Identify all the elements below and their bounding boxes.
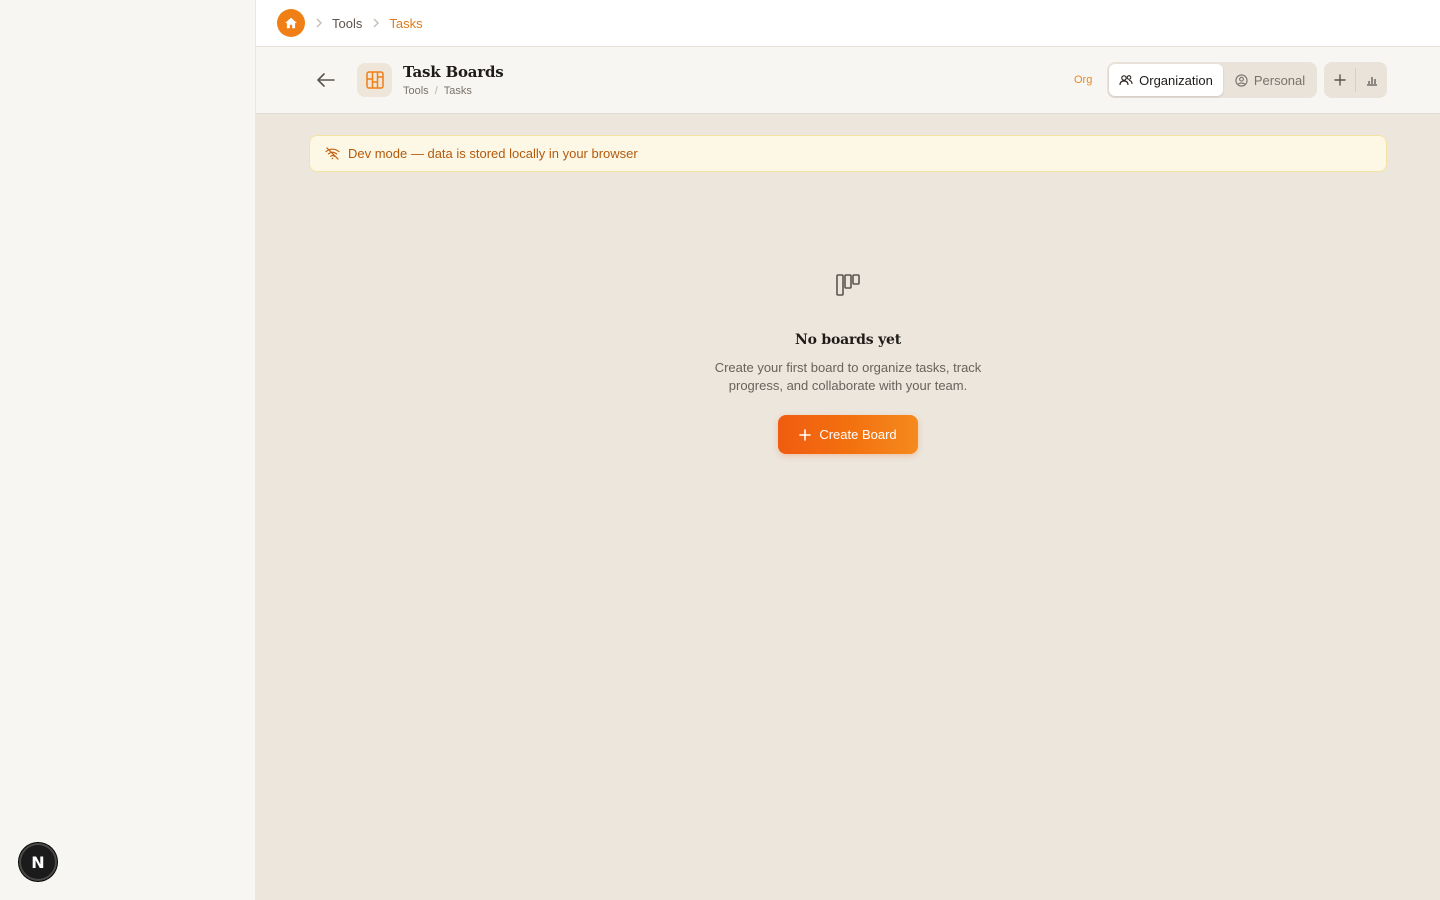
home-button[interactable] [277,9,305,37]
sub-breadcrumb-tasks[interactable]: Tasks [444,85,472,97]
sidebar: N [0,0,256,900]
dev-badge-label: N [31,852,45,872]
back-button[interactable] [316,70,336,90]
organization-toggle-button[interactable]: Organization [1109,64,1223,96]
kanban-icon [836,274,860,296]
dev-mode-text: Dev mode — data is stored locally in you… [348,146,638,161]
breadcrumb-tools[interactable]: Tools [332,16,362,31]
nextjs-dev-badge[interactable]: N [19,843,57,881]
page-header: Task Boards Tools / Tasks Org Organizati… [256,47,1440,114]
home-icon [285,17,297,29]
scope-tag: Org [1074,74,1093,86]
create-board-button[interactable]: Create Board [778,415,918,454]
organization-label: Organization [1139,72,1213,88]
breadcrumb-separator: / [434,85,438,97]
create-board-label: Create Board [819,427,897,442]
scope-toggle: Organization Personal [1107,62,1317,98]
plus-icon [799,428,812,441]
users-icon [1119,75,1133,86]
personal-toggle-button[interactable]: Personal [1225,64,1315,96]
plus-icon [1333,74,1346,86]
empty-state-description: Create your first board to organize task… [714,360,982,393]
chevron-right-icon [372,18,380,28]
board-icon-tile [357,63,392,97]
empty-state-title: No boards yet [794,332,902,348]
sub-breadcrumb: Tools / Tasks [403,85,472,97]
sub-breadcrumb-tools[interactable]: Tools [403,85,429,97]
bar-chart-icon [1366,77,1377,86]
analytics-button[interactable] [1356,62,1387,98]
empty-state-icon [836,274,860,296]
arrow-left-icon [317,73,335,87]
wifi-off-icon [325,147,340,160]
chevron-right-icon [315,18,323,28]
header-actions [1324,62,1387,98]
personal-label: Personal [1253,72,1306,88]
dev-mode-banner: Dev mode — data is stored locally in you… [309,135,1387,172]
breadcrumb-tasks[interactable]: Tasks [389,16,422,31]
top-breadcrumb-bar: Tools Tasks [256,0,1440,47]
add-board-button[interactable] [1324,62,1355,98]
page-title: Task Boards [403,63,504,81]
kanban-icon [365,71,384,89]
user-circle-icon [1235,73,1248,87]
